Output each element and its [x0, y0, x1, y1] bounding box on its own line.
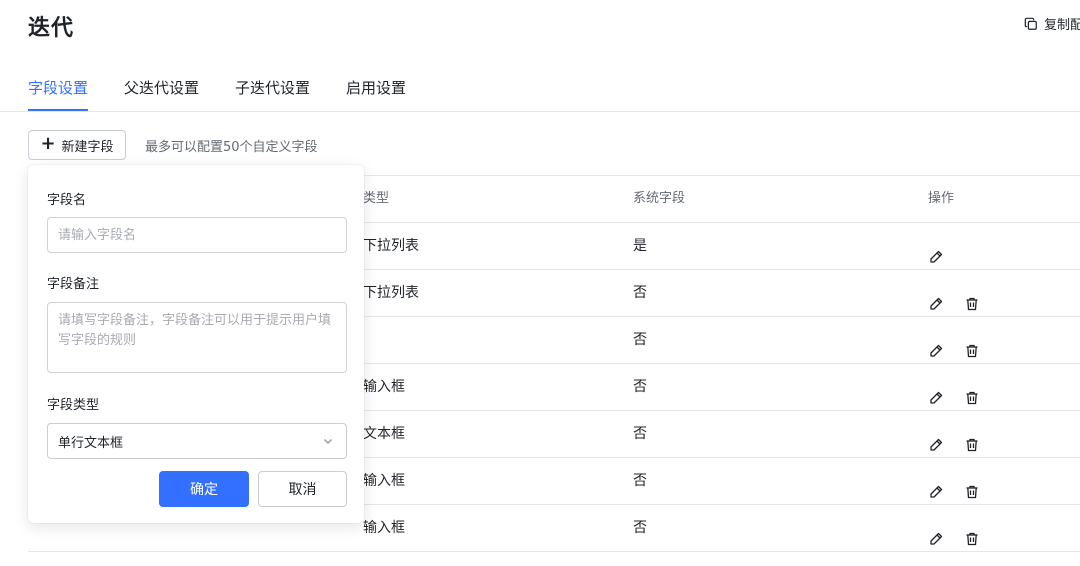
copy-icon: [1024, 17, 1037, 30]
column-header-type: 类型: [363, 191, 390, 206]
operations-cell: [928, 317, 980, 363]
copy-config-button[interactable]: 复制配: [1024, 14, 1080, 33]
tabs-divider: [0, 111, 1080, 112]
pencil-icon[interactable]: [928, 426, 944, 451]
operations-cell: [928, 270, 980, 316]
pencil-icon[interactable]: [928, 520, 944, 545]
system-field-cell: 否: [633, 285, 647, 301]
field-type-value: 单行文本框: [58, 435, 124, 451]
field-type-cell: 输入框: [363, 379, 405, 395]
field-type-label: 字段类型: [47, 398, 100, 413]
confirm-button[interactable]: 确定: [159, 471, 249, 507]
field-name-label: 字段名: [47, 193, 87, 208]
column-header-ops: 操作: [928, 191, 955, 206]
field-type-cell: 文本框: [363, 426, 405, 442]
pencil-icon[interactable]: [928, 473, 944, 498]
field-type-cell: 下拉列表: [363, 285, 419, 301]
tab-child-iteration-settings[interactable]: 子迭代设置: [235, 77, 310, 111]
field-name-input[interactable]: [47, 217, 347, 253]
field-type-cell: 输入框: [363, 520, 405, 536]
tab-field-settings[interactable]: 字段设置: [28, 77, 89, 111]
operations-cell: [928, 223, 944, 269]
field-type-cell: 下拉列表: [363, 238, 419, 254]
new-field-button[interactable]: + 新建字段: [28, 130, 126, 160]
column-header-system: 系统字段: [633, 191, 686, 206]
chevron-down-icon: [324, 439, 332, 444]
new-field-label: 新建字段: [61, 139, 114, 155]
field-type-select[interactable]: 单行文本框: [47, 423, 347, 459]
field-note-label: 字段备注: [47, 277, 100, 292]
tab-bar: 字段设置 父迭代设置 子迭代设置 启用设置: [28, 77, 406, 111]
trash-icon[interactable]: [964, 285, 980, 311]
system-field-cell: 是: [633, 238, 647, 254]
field-note-input[interactable]: [47, 302, 347, 373]
page-title: 迭代: [28, 16, 75, 41]
system-field-cell: 否: [633, 426, 647, 442]
field-limit-hint: 最多可以配置50个自定义字段: [145, 140, 318, 155]
cancel-button[interactable]: 取消: [258, 471, 347, 507]
trash-icon[interactable]: [964, 473, 980, 499]
copy-config-label: 复制配: [1044, 18, 1080, 33]
system-field-cell: 否: [633, 473, 647, 489]
field-type-cell: 输入框: [363, 473, 405, 489]
operations-cell: [928, 364, 980, 410]
pencil-icon[interactable]: [928, 238, 944, 263]
system-field-cell: 否: [633, 332, 647, 348]
operations-cell: [928, 505, 980, 551]
tab-parent-iteration-settings[interactable]: 父迭代设置: [124, 77, 199, 111]
pencil-icon[interactable]: [928, 379, 944, 404]
operations-cell: [928, 458, 980, 504]
new-field-popover: 字段名 字段备注 字段类型 单行文本框 确定 取消: [28, 165, 364, 523]
system-field-cell: 否: [633, 379, 647, 395]
pencil-icon[interactable]: [928, 285, 944, 310]
trash-icon[interactable]: [964, 332, 980, 358]
tab-enable-settings[interactable]: 启用设置: [346, 77, 406, 111]
plus-icon: +: [40, 133, 56, 154]
system-field-cell: 否: [633, 520, 647, 536]
operations-cell: [928, 411, 980, 457]
trash-icon[interactable]: [964, 379, 980, 405]
pencil-icon[interactable]: [928, 332, 944, 357]
trash-icon[interactable]: [964, 426, 980, 452]
trash-icon[interactable]: [964, 520, 980, 546]
